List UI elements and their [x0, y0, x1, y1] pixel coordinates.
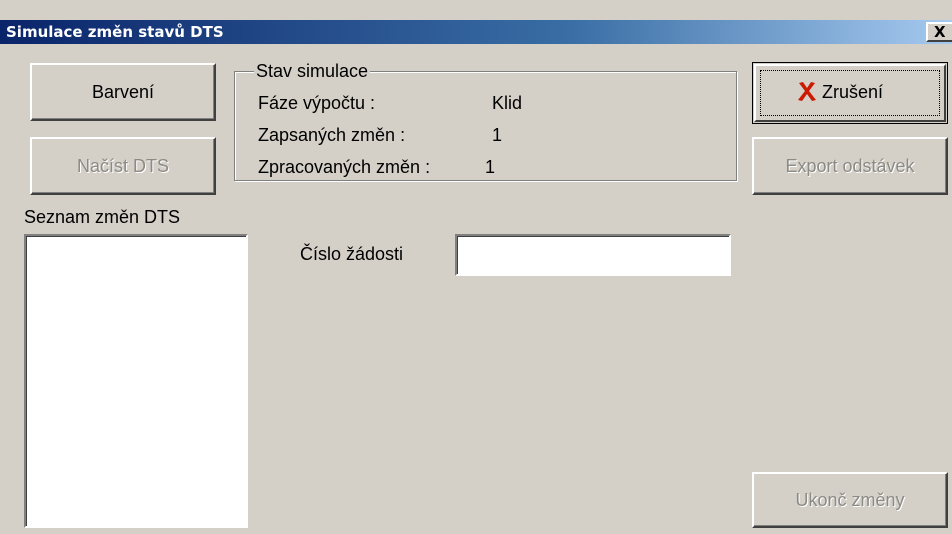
processed-changes-label: Zpracovaných změn :	[258, 157, 431, 177]
load-dts-button[interactable]: Načíst DTS	[30, 137, 216, 195]
simulation-dialog: Simulace změn stavů DTS X Barvení Načíst…	[0, 0, 952, 534]
changes-list-label: Seznam změn DTS	[24, 207, 181, 227]
window-title: Simulace změn stavů DTS	[6, 23, 224, 41]
processed-changes-value: 1	[485, 157, 496, 177]
coloring-button[interactable]: Barvení	[30, 63, 216, 121]
export-outages-button[interactable]: Export odstávek	[752, 137, 948, 195]
cancel-button[interactable]: Zrušení	[752, 62, 948, 124]
title-bar[interactable]: Simulace změn stavů DTS	[0, 20, 952, 44]
written-changes-label: Zapsaných změn :	[258, 125, 406, 145]
phase-value: Klid	[492, 93, 523, 113]
finish-changes-button[interactable]: Ukonč změny	[752, 472, 948, 528]
changes-list[interactable]	[24, 234, 248, 528]
cancel-button-label: Zrušení	[822, 82, 884, 102]
red-x-icon	[798, 82, 816, 101]
written-changes-value: 1	[492, 125, 503, 145]
phase-label: Fáze výpočtu :	[258, 93, 376, 113]
cancel-button-face: Zrušení	[754, 64, 946, 122]
close-button[interactable]: X	[926, 22, 952, 42]
simulation-state-legend: Stav simulace	[254, 60, 371, 82]
request-number-label: Číslo žádosti	[300, 244, 404, 264]
request-number-input[interactable]	[455, 234, 731, 276]
